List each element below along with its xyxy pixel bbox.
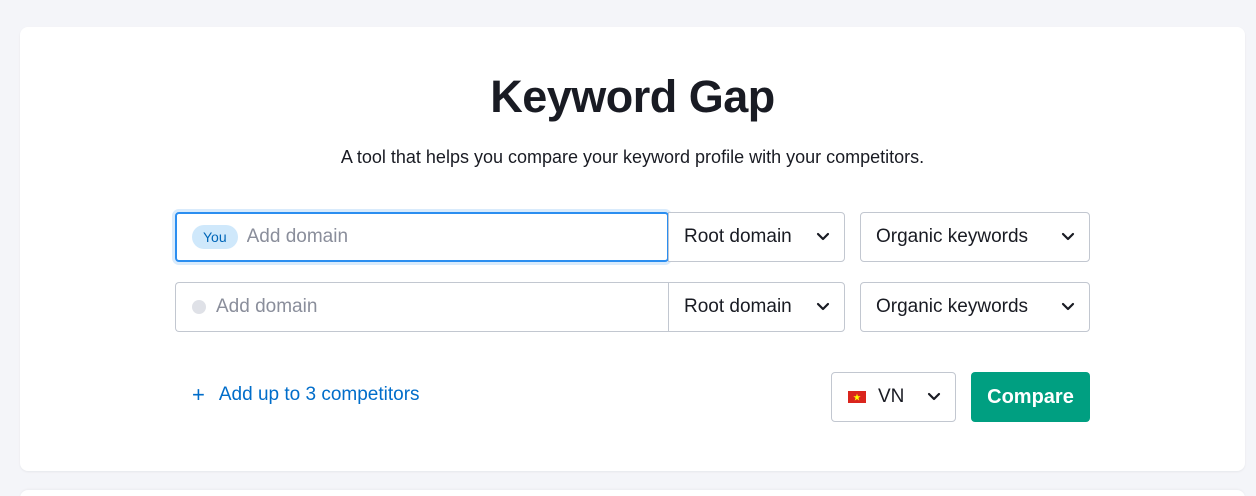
domain-row-you: You Root domain Organic keywords: [175, 212, 1090, 262]
next-card-edge: [20, 490, 1245, 496]
add-competitors-link[interactable]: + Add up to 3 competitors: [192, 384, 420, 406]
you-badge: You: [192, 225, 238, 249]
domain-scope-value: Root domain: [684, 226, 792, 247]
country-value: VN: [878, 386, 905, 407]
country-select[interactable]: VN: [831, 372, 956, 422]
domain-row-competitor: Root domain Organic keywords: [175, 282, 1090, 332]
keyword-type-select-2[interactable]: Organic keywords: [860, 282, 1090, 332]
competitor-domain-input[interactable]: [216, 296, 576, 318]
your-domain-field[interactable]: You: [175, 212, 669, 262]
domain-scope-select-2[interactable]: Root domain: [668, 282, 845, 332]
competitor-dot-icon: [192, 300, 206, 314]
keyword-type-value: Organic keywords: [876, 226, 1029, 247]
add-competitors-label: Add up to 3 competitors: [218, 384, 420, 405]
page-title: Keyword Gap: [490, 71, 775, 122]
competitor-domain-field[interactable]: [175, 282, 668, 332]
compare-button[interactable]: Compare: [971, 372, 1090, 422]
keyword-type-select-1[interactable]: Organic keywords: [860, 212, 1090, 262]
chevron-down-icon: [816, 302, 830, 311]
chevron-down-icon: [1061, 232, 1075, 241]
domain-scope-value: Root domain: [684, 296, 792, 317]
keyword-type-value: Organic keywords: [876, 296, 1029, 317]
your-domain-input[interactable]: [246, 226, 607, 248]
page-subtitle: A tool that helps you compare your keywo…: [340, 147, 925, 167]
domain-scope-select-1[interactable]: Root domain: [668, 212, 845, 262]
chevron-down-icon: [816, 232, 830, 241]
keyword-gap-card: Keyword Gap A tool that helps you compar…: [20, 27, 1245, 471]
plus-icon: +: [192, 382, 205, 407]
chevron-down-icon: [927, 392, 941, 401]
chevron-down-icon: [1061, 302, 1075, 311]
vietnam-flag-icon: [848, 391, 866, 403]
